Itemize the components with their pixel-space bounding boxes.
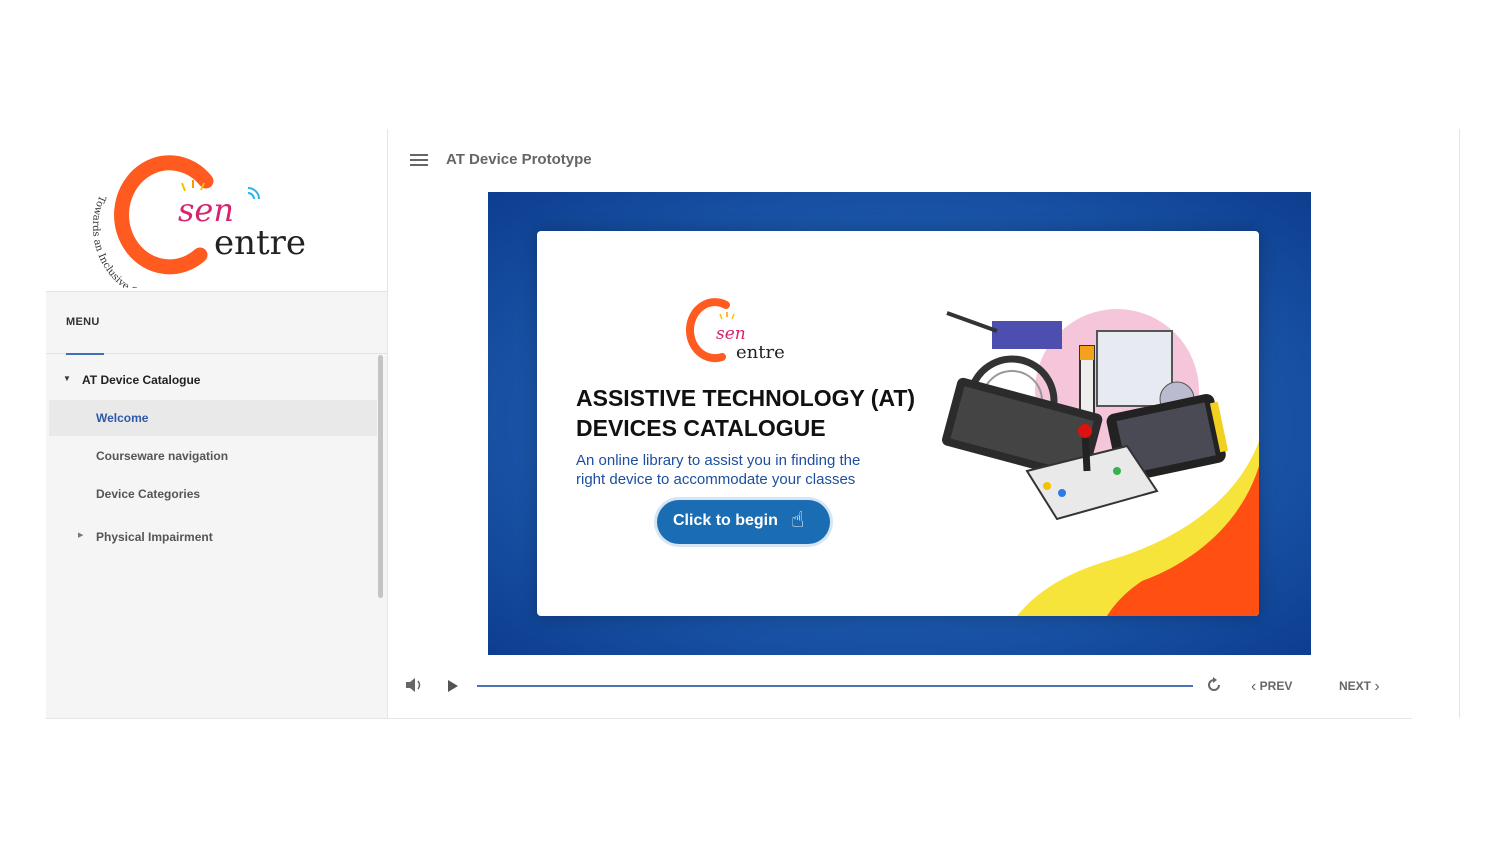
menu-heading-underline bbox=[66, 353, 104, 355]
nav-item-label: Device Categories bbox=[96, 487, 201, 501]
svg-text:entre: entre bbox=[736, 342, 785, 363]
assistive-devices-illustration bbox=[942, 309, 1259, 616]
svg-text:sen: sen bbox=[716, 324, 746, 344]
nav-item-device-categories[interactable]: Device Categories bbox=[49, 476, 377, 512]
page-title: AT Device Prototype bbox=[446, 151, 592, 168]
next-label: NEXT bbox=[1339, 679, 1372, 693]
nav-group-at-device-catalogue[interactable]: ▼ AT Device Catalogue bbox=[49, 362, 377, 398]
begin-button-label: Click to begin bbox=[673, 512, 778, 529]
caret-down-icon: ▼ bbox=[63, 374, 71, 383]
progress-bar[interactable] bbox=[477, 685, 1193, 687]
nav-item-physical-impairment[interactable]: ▶ Physical Impairment bbox=[49, 519, 377, 555]
slide-card: sen entre ASSISTIVE TECHNOLOGY (AT) DEVI… bbox=[537, 231, 1259, 616]
play-icon[interactable] bbox=[446, 679, 460, 693]
next-button[interactable]: NEXT › bbox=[1339, 678, 1380, 696]
slide-title: ASSISTIVE TECHNOLOGY (AT) DEVICES CATALO… bbox=[576, 383, 956, 443]
main-content: AT Device Prototype sen entre ASSISTIVE … bbox=[388, 129, 1412, 718]
hand-pointer-icon: ☝ bbox=[791, 507, 805, 532]
slide-title-line2: DEVICES CATALOGUE bbox=[576, 415, 826, 441]
nav-group-label: AT Device Catalogue bbox=[82, 373, 201, 387]
click-to-begin-button[interactable]: Click to begin ☝ bbox=[657, 500, 830, 544]
slide-subtitle-line1: An online library to assist you in findi… bbox=[576, 452, 861, 469]
hamburger-icon[interactable] bbox=[410, 154, 428, 168]
sidebar: sen entre Towards an Inclusive Community… bbox=[46, 129, 388, 718]
caret-right-icon: ▶ bbox=[78, 532, 84, 539]
menu-heading: MENU bbox=[66, 316, 100, 328]
sen-centre-logo: sen entre Towards an Inclusive Community bbox=[90, 155, 306, 288]
window-edge bbox=[1459, 129, 1460, 718]
logo-area: sen entre Towards an Inclusive Community bbox=[46, 129, 387, 292]
slide-subtitle: An online library to assist you in findi… bbox=[576, 451, 936, 489]
svg-text:entre: entre bbox=[214, 223, 306, 263]
sidebar-scrollbar[interactable] bbox=[378, 355, 383, 598]
replay-icon[interactable] bbox=[1206, 677, 1222, 693]
prev-button[interactable]: ‹ PREV bbox=[1251, 678, 1292, 696]
nav-item-label: Physical Impairment bbox=[96, 530, 213, 544]
volume-icon[interactable] bbox=[404, 677, 424, 693]
nav-item-courseware-navigation[interactable]: Courseware navigation bbox=[49, 438, 377, 474]
chevron-left-icon: ‹ bbox=[1251, 678, 1257, 695]
nav-item-welcome[interactable]: Welcome bbox=[49, 400, 377, 436]
nav-item-label: Welcome bbox=[96, 411, 149, 425]
courseware-window: sen entre Towards an Inclusive Community… bbox=[46, 129, 1412, 719]
nav-item-label: Courseware navigation bbox=[96, 449, 229, 463]
sen-centre-logo-small: sen entre bbox=[685, 298, 785, 363]
slide-frame: sen entre ASSISTIVE TECHNOLOGY (AT) DEVI… bbox=[488, 192, 1311, 655]
prev-label: PREV bbox=[1259, 679, 1293, 693]
slide-title-line1: ASSISTIVE TECHNOLOGY (AT) bbox=[576, 385, 916, 411]
chevron-right-icon: › bbox=[1374, 678, 1380, 695]
slide-subtitle-line2: right device to accommodate your classes bbox=[576, 471, 856, 488]
